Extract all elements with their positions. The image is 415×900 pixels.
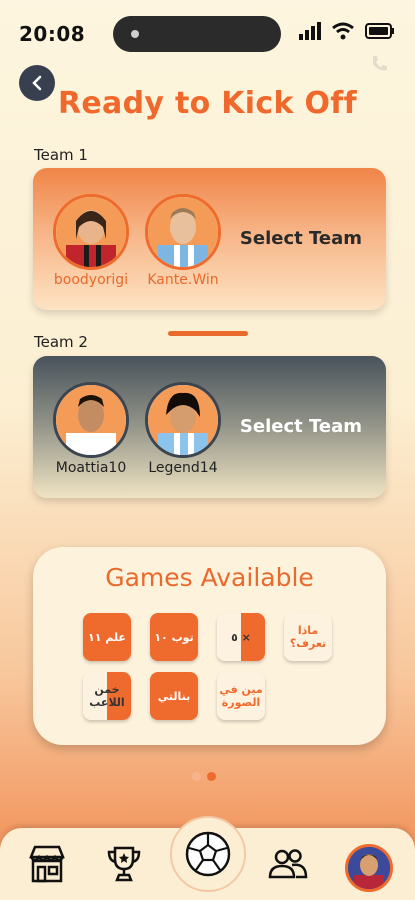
what-do-you-know-icon[interactable]: ماذا تعرف؟ xyxy=(284,613,332,661)
player-avatar xyxy=(145,194,221,270)
profile-avatar[interactable] xyxy=(345,844,393,892)
wifi-icon xyxy=(332,22,354,40)
player-name: Moattia10 xyxy=(55,460,127,476)
team1-player-2[interactable]: Kante.Win xyxy=(133,194,233,288)
team2-label: Team 2 xyxy=(34,333,88,351)
status-time: 20:08 xyxy=(19,22,86,46)
page-indicator xyxy=(192,772,216,781)
status-bar: 20:08 xyxy=(0,0,415,68)
team2-card[interactable]: Moattia10 Legend14 Select Team xyxy=(33,356,386,498)
games-title: Games Available xyxy=(105,563,314,592)
player-avatar xyxy=(53,194,129,270)
team1-player-1[interactable]: boodyorigi xyxy=(41,194,141,288)
nav-store[interactable] xyxy=(25,842,69,886)
player-avatar xyxy=(53,382,129,458)
guess-player-icon[interactable]: خمن اللاعب xyxy=(83,672,131,720)
player-name: boodyorigi xyxy=(53,272,129,288)
player-name: Legend14 xyxy=(148,460,218,476)
soccer-ball-icon xyxy=(185,831,231,877)
battery-icon xyxy=(365,23,394,39)
signal-icon xyxy=(299,22,321,40)
dynamic-island xyxy=(113,16,281,52)
team1-label: Team 1 xyxy=(34,146,88,164)
penalty-icon[interactable]: بنالتي xyxy=(150,672,198,720)
page-title: Ready to Kick Off xyxy=(58,86,357,121)
who-in-picture-icon[interactable]: مين في الصورة xyxy=(217,672,265,720)
trophy-icon xyxy=(107,846,141,882)
player-avatar xyxy=(145,382,221,458)
divider xyxy=(168,331,248,336)
player-name: Kante.Win xyxy=(147,272,219,288)
page-dot-active[interactable] xyxy=(207,772,216,781)
nav-friends[interactable] xyxy=(266,842,310,886)
team1-card[interactable]: boodyorigi Kante.Win Select Team xyxy=(33,168,386,310)
select-team-button[interactable]: Select Team xyxy=(240,228,362,249)
top-ten-icon[interactable]: توب ١٠ xyxy=(150,613,198,661)
page-dot[interactable] xyxy=(192,772,201,781)
team2-player-1[interactable]: Moattia10 xyxy=(41,382,141,476)
friends-icon xyxy=(268,849,308,879)
phone-icon xyxy=(373,56,387,71)
select-team-button[interactable]: Select Team xyxy=(240,416,362,437)
team2-player-2[interactable]: Legend14 xyxy=(133,382,233,476)
status-icons xyxy=(299,22,395,40)
x-zero-icon[interactable]: ٥ × xyxy=(217,613,265,661)
bottom-nav xyxy=(0,816,415,900)
store-icon xyxy=(29,845,65,883)
games-panel: Games Available علم ١١ توب ١٠ ٥ × ماذا ت… xyxy=(33,547,386,745)
nav-play[interactable] xyxy=(170,816,246,892)
nav-trophy[interactable] xyxy=(102,842,146,886)
eleven-flag-icon[interactable]: علم ١١ xyxy=(83,613,131,661)
